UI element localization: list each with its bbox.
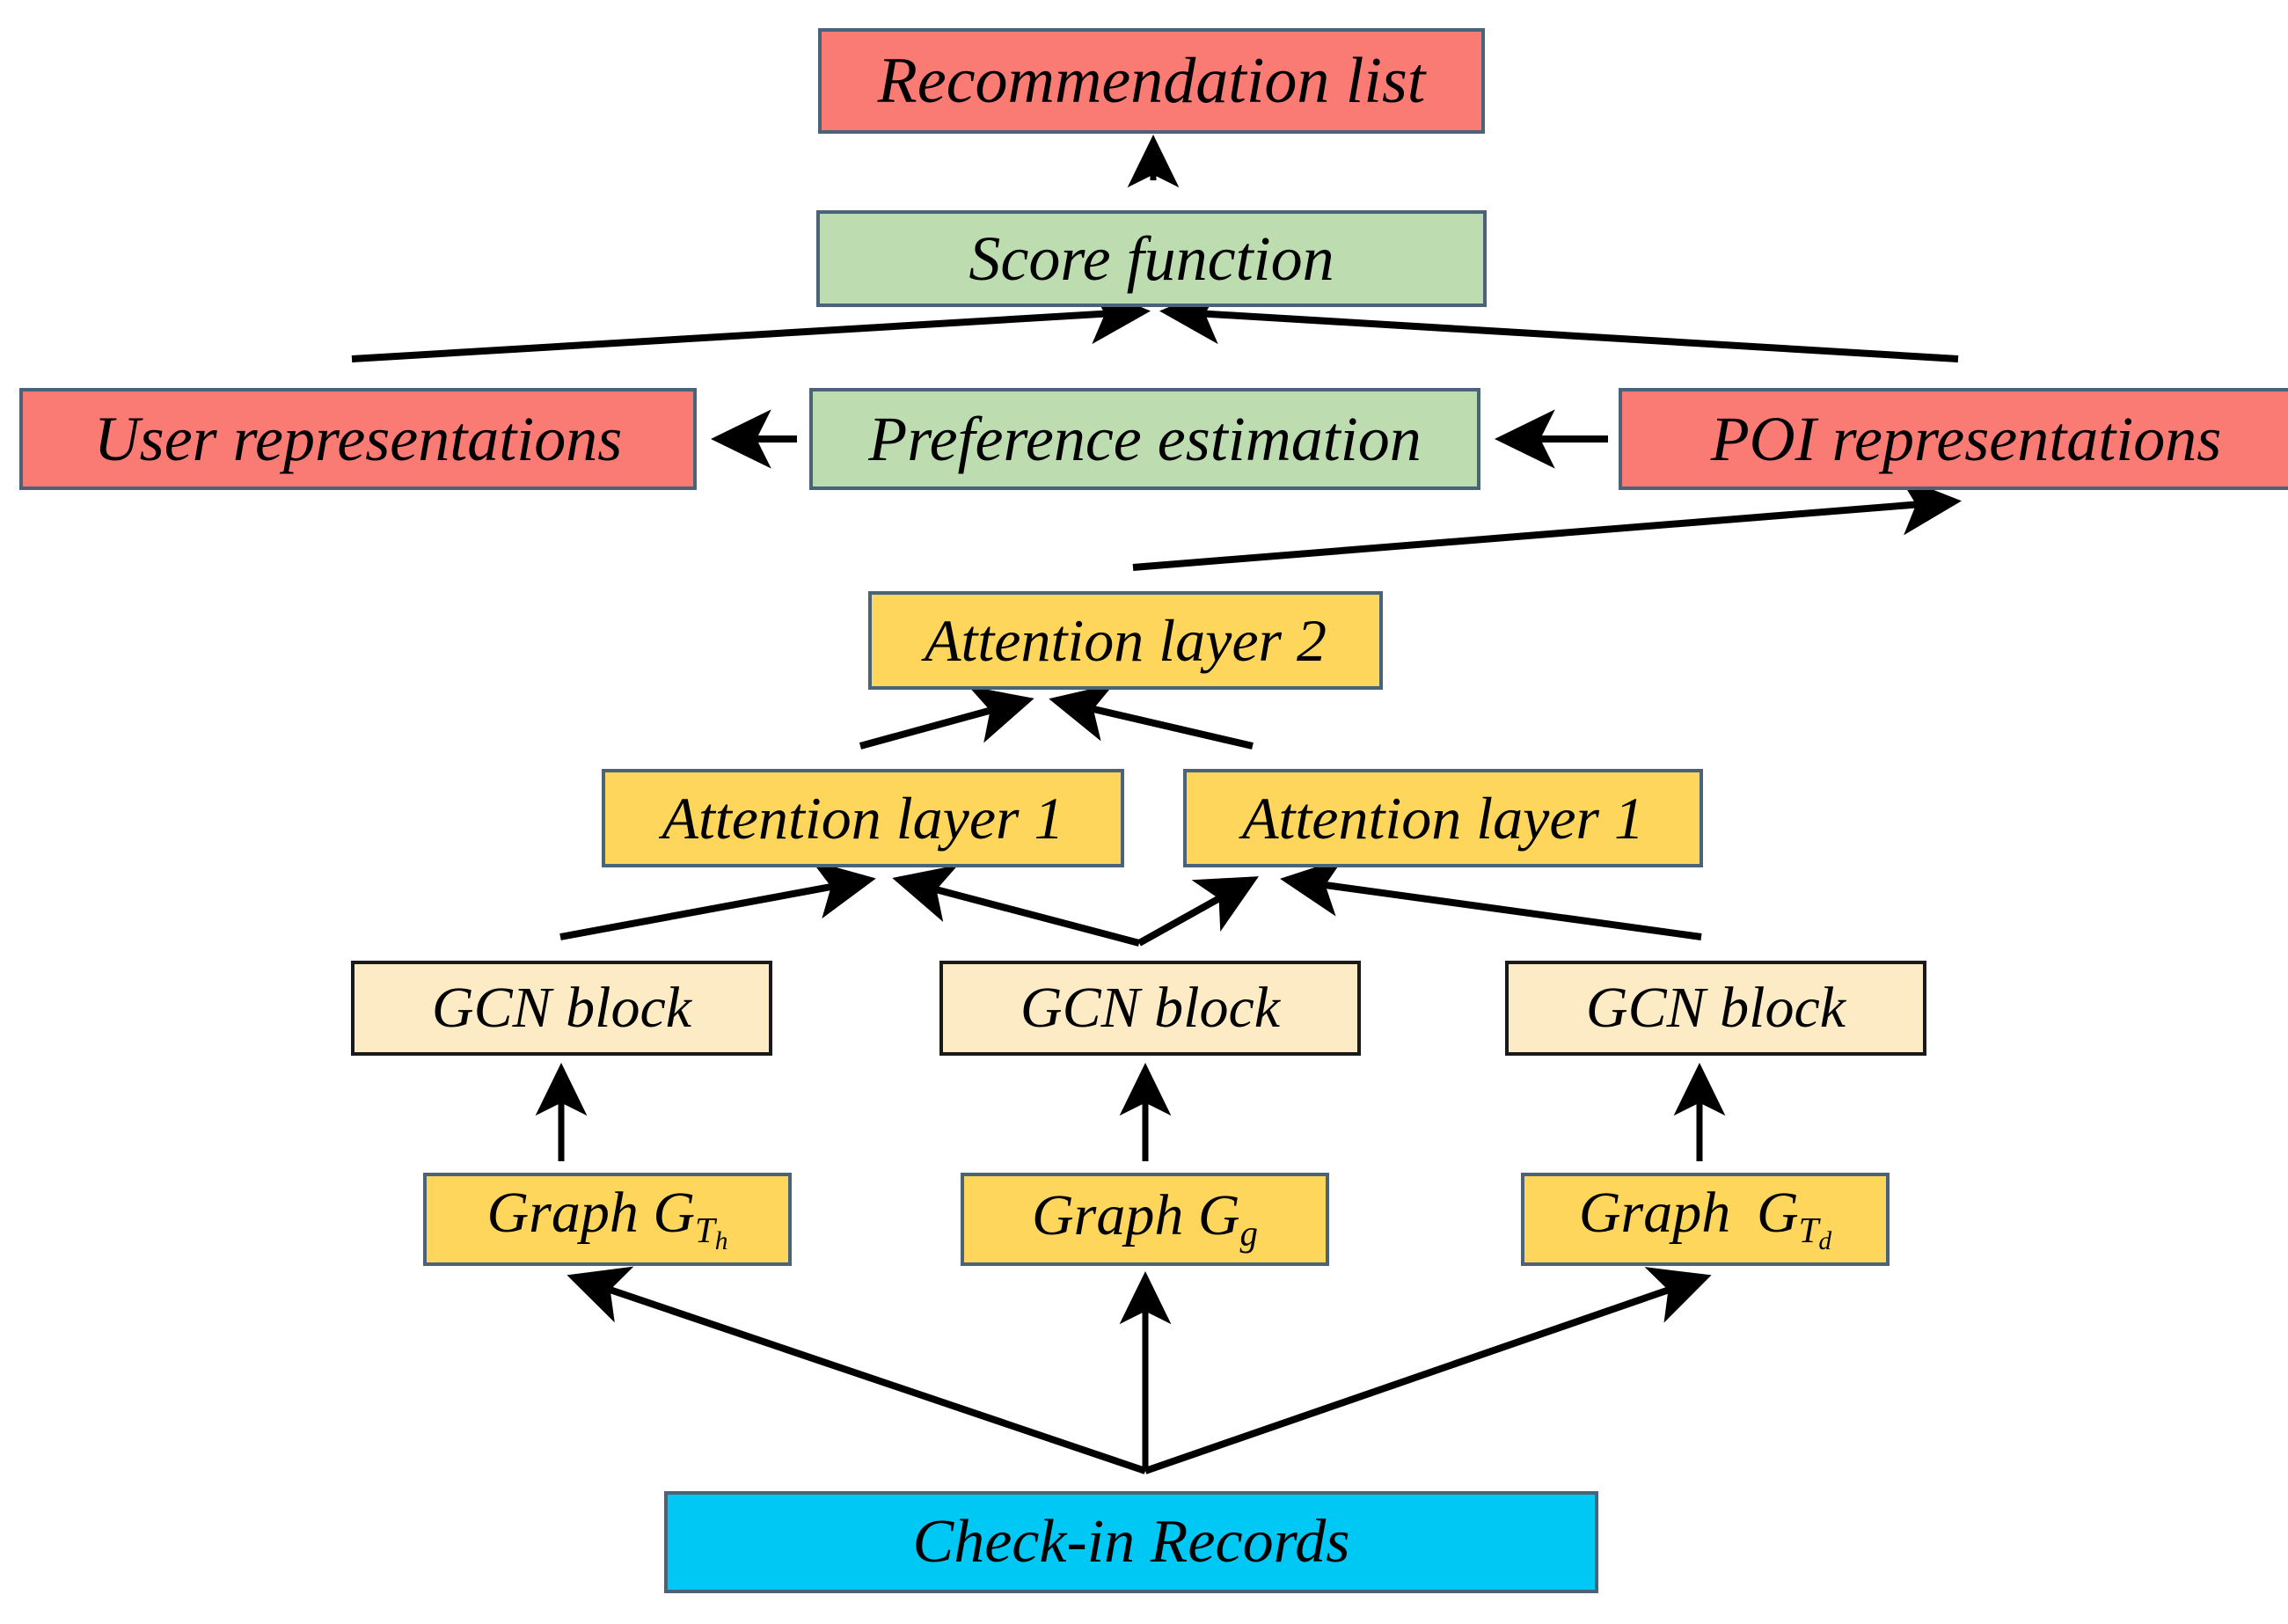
arrow-attention1-left-to-attention2 bbox=[859, 685, 1034, 750]
node-recommendation-list[interactable]: Recommendation list bbox=[818, 28, 1485, 134]
graph-td-label: Graph GTd bbox=[1578, 1180, 1832, 1256]
graph-th-subscript: Th bbox=[695, 1210, 728, 1256]
graph-th-label: Graph GTh bbox=[486, 1180, 728, 1256]
arrow-gcn-middle-to-attention1-left bbox=[892, 865, 1141, 947]
node-preference-estimation[interactable]: Preference estimation bbox=[809, 388, 1480, 490]
node-gcn-block-left[interactable]: GCN block bbox=[351, 961, 772, 1056]
node-attention-layer-1-right[interactable]: Attention layer 1 bbox=[1183, 769, 1703, 867]
graph-g-label: Graph Gg bbox=[1032, 1182, 1258, 1254]
node-check-in-records[interactable]: Check-in Records bbox=[664, 1491, 1598, 1593]
check-in-records-label: Check-in Records bbox=[912, 1508, 1350, 1576]
node-user-representations[interactable]: User representations bbox=[19, 388, 697, 490]
node-poi-representations[interactable]: POI representations bbox=[1619, 388, 2288, 490]
node-graph-g[interactable]: Graph Gg bbox=[961, 1173, 1329, 1266]
arrow-attention1-right-to-attention2 bbox=[1049, 684, 1254, 750]
graph-g-subscript: g bbox=[1239, 1213, 1258, 1254]
diagram-canvas: Recommendation list Score function User … bbox=[0, 0, 2288, 1624]
arrow-gcn-left-to-attention1-left bbox=[559, 860, 876, 940]
recommendation-list-label: Recommendation list bbox=[877, 45, 1426, 117]
arrow-poi-rep-to-score bbox=[1159, 285, 1959, 362]
node-graph-th[interactable]: Graph GTh bbox=[423, 1173, 792, 1266]
preference-estimation-label: Preference estimation bbox=[868, 404, 1422, 474]
score-function-label: Score function bbox=[969, 223, 1334, 294]
arrow-user-rep-to-score bbox=[351, 285, 1151, 362]
arrow-gcn-right-to-attention1-right bbox=[1280, 858, 1702, 940]
arrow-gcn-middle-to-attention1-right bbox=[1137, 876, 1259, 947]
attention-layer-1-right-label: Attention layer 1 bbox=[1241, 785, 1644, 852]
attention-layer-1-left-label: Attention layer 1 bbox=[662, 785, 1064, 852]
node-attention-layer-1-left[interactable]: Attention layer 1 bbox=[602, 769, 1124, 867]
graph-td-subscript: Td bbox=[1798, 1210, 1832, 1256]
user-representations-label: User representations bbox=[93, 404, 623, 474]
gcn-block-middle-label: GCN block bbox=[1020, 976, 1281, 1040]
gcn-block-left-label: GCN block bbox=[431, 976, 692, 1040]
node-gcn-block-right[interactable]: GCN block bbox=[1505, 961, 1926, 1056]
arrow-checkin-to-graph-td bbox=[1144, 1267, 1712, 1474]
arrow-attention2-to-poi-rep bbox=[1132, 476, 1962, 571]
poi-representations-label: POI representations bbox=[1710, 404, 2222, 474]
node-score-function[interactable]: Score function bbox=[816, 210, 1487, 307]
node-attention-layer-2[interactable]: Attention layer 2 bbox=[868, 591, 1383, 690]
arrow-checkin-to-graph-th bbox=[567, 1266, 1147, 1474]
gcn-block-right-label: GCN block bbox=[1585, 976, 1846, 1040]
node-graph-td[interactable]: Graph GTd bbox=[1521, 1173, 1890, 1266]
attention-layer-2-label: Attention layer 2 bbox=[924, 607, 1327, 674]
node-gcn-block-middle[interactable]: GCN block bbox=[939, 961, 1361, 1056]
